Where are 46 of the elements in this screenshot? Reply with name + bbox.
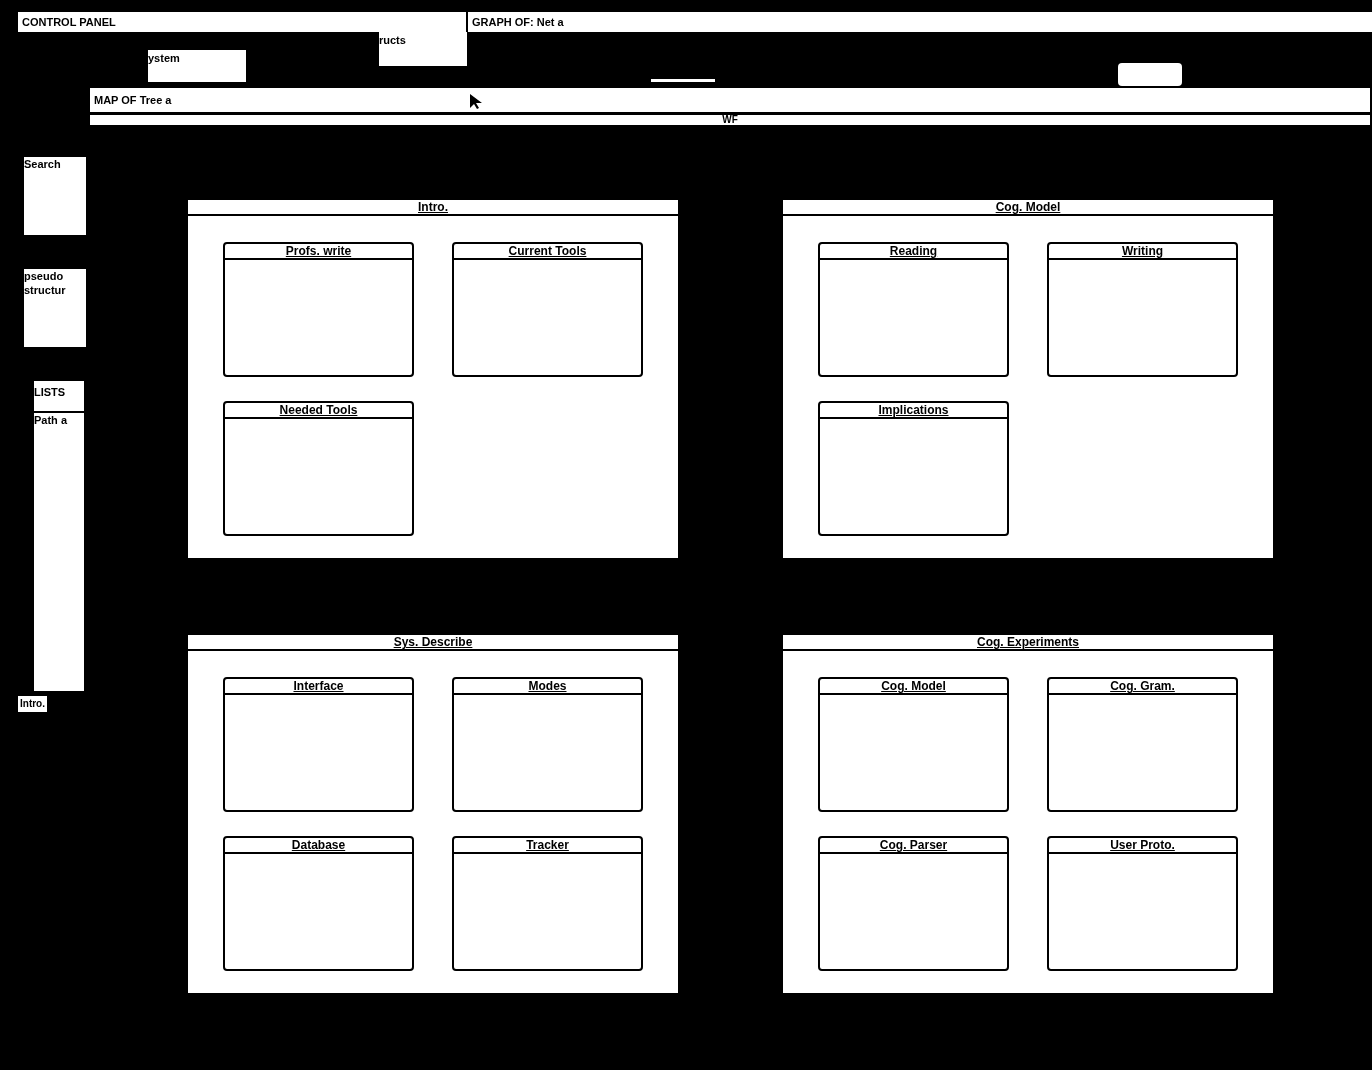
slider-line (651, 79, 715, 82)
list-box[interactable]: Path a (34, 413, 84, 691)
card-title: Database (225, 838, 412, 854)
card-title: Cog. Parser (820, 838, 1007, 854)
panel-title: Cog. Experiments (783, 635, 1273, 651)
panel-title: Intro. (188, 200, 678, 216)
card-title: Needed Tools (225, 403, 412, 419)
card-title: Current Tools (454, 244, 641, 260)
note-card[interactable]: Current Tools (452, 242, 643, 377)
card-title: Writing (1049, 244, 1236, 260)
cursor-icon (468, 92, 484, 110)
panel-button[interactable]: ystem (148, 50, 246, 82)
sidebar-box[interactable]: Search (24, 157, 86, 235)
list-header: LISTS (34, 381, 84, 411)
card-title: Profs. write (225, 244, 412, 260)
card-title: Tracker (454, 838, 641, 854)
map-subtitle-bar: WF (90, 115, 1370, 125)
note-card[interactable]: Profs. write (223, 242, 414, 377)
card-title: Reading (820, 244, 1007, 260)
note-card[interactable]: Cog. Model (818, 677, 1009, 812)
note-card[interactable]: Cog. Gram. (1047, 677, 1238, 812)
card-title: Implications (820, 403, 1007, 419)
panel-button[interactable]: ructs (379, 32, 467, 66)
note-card[interactable]: Implications (818, 401, 1009, 536)
card-title: Cog. Gram. (1049, 679, 1236, 695)
panel-title: Sys. Describe (188, 635, 678, 651)
note-card[interactable]: Modes (452, 677, 643, 812)
note-card[interactable]: Cog. Parser (818, 836, 1009, 971)
note-card[interactable]: User Proto. (1047, 836, 1238, 971)
sidebar-box[interactable]: pseudo structur (24, 269, 86, 347)
note-card[interactable]: Writing (1047, 242, 1238, 377)
note-card[interactable]: Tracker (452, 836, 643, 971)
panel-title: Cog. Model (783, 200, 1273, 216)
note-card[interactable]: Needed Tools (223, 401, 414, 536)
note-card[interactable]: Interface (223, 677, 414, 812)
note-card[interactable]: Reading (818, 242, 1009, 377)
card-title: Cog. Model (820, 679, 1007, 695)
node-tag[interactable]: Intro. (18, 696, 47, 712)
card-title: Modes (454, 679, 641, 695)
window-title: GRAPH OF: Net a (468, 12, 1372, 32)
card-title: User Proto. (1049, 838, 1236, 854)
map-title: MAP OF Tree a (94, 92, 172, 108)
window-title: CONTROL PANEL (18, 12, 466, 32)
note-card[interactable]: Database (223, 836, 414, 971)
blank-button[interactable] (1118, 63, 1182, 86)
card-title: Interface (225, 679, 412, 695)
